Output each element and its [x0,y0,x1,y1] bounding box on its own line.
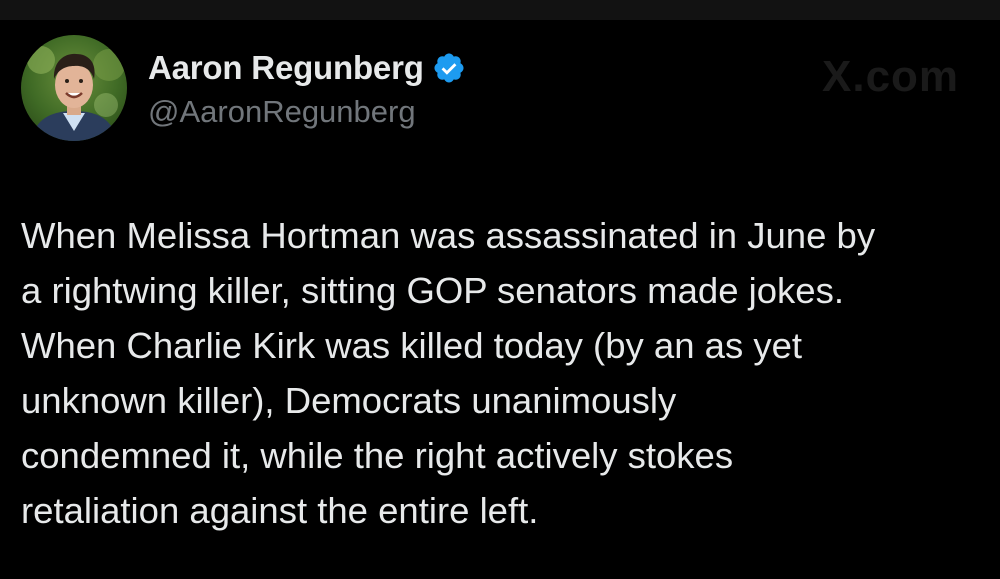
tweet-text: When Melissa Hortman was assassinated in… [21,215,876,531]
tweet-card: Aaron Regunberg @AaronRegunberg X.com Wh… [0,20,1000,579]
author-display-name[interactable]: Aaron Regunberg [148,49,424,87]
top-strip [0,0,1000,20]
avatar[interactable] [21,35,127,141]
verified-badge-icon [432,51,466,85]
watermark: X.com [822,52,960,101]
profile-photo-icon [21,35,127,141]
author-handle[interactable]: @AaronRegunberg [148,94,416,130]
author-name-row[interactable]: Aaron Regunberg [148,48,466,88]
